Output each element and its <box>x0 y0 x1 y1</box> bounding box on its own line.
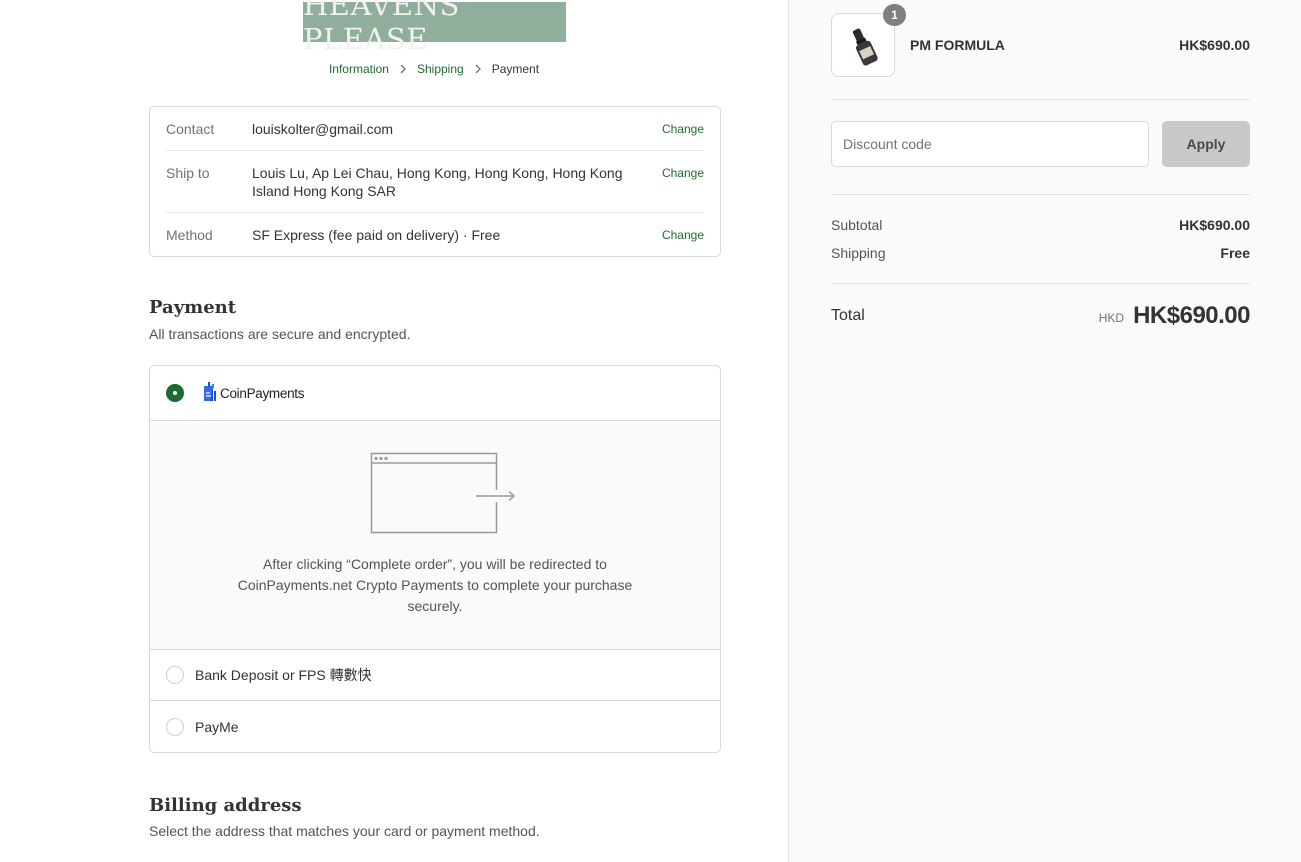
subtotal-value: HK$690.00 <box>1179 217 1250 233</box>
billing-title: Billing address <box>149 795 302 816</box>
order-summary: 1 PM FORMULA HK$690.00 Apply Subtotal HK… <box>788 0 1301 862</box>
review-label: Ship to <box>166 165 210 181</box>
store-logo-text: HEAVENS PLEASE <box>303 0 460 56</box>
radio-bank-deposit[interactable] <box>166 666 184 684</box>
review-row-contact: Contact louiskolter@gmail.com Change <box>166 107 704 151</box>
redirect-message: After clicking “Complete order”, you wil… <box>237 556 633 614</box>
payme-label: PayMe <box>195 718 239 735</box>
total-label: Total <box>831 307 865 324</box>
subtotal-label: Subtotal <box>831 217 883 233</box>
payment-option-bank-deposit[interactable]: Bank Deposit or FPS 轉數快 <box>150 650 720 701</box>
bank-deposit-label: Bank Deposit or FPS 轉數快 <box>195 667 372 683</box>
payment-methods: CoinPayments After clicking “Complete or… <box>149 365 721 753</box>
billing-subtitle: Select the address that matches your car… <box>149 823 540 839</box>
chevron-right-icon <box>474 64 482 74</box>
review-value: Louis Lu, Ap Lei Chau, Hong Kong, Hong K… <box>252 165 623 199</box>
review-block: Contact louiskolter@gmail.com Change Shi… <box>149 106 721 257</box>
product-name: PM FORMULA <box>910 37 1005 53</box>
subtotal-line: Subtotal HK$690.00 <box>831 217 1250 233</box>
breadcrumb-payment: Payment <box>491 62 540 76</box>
radio-coinpayments[interactable] <box>166 384 184 402</box>
total-line: Total HKD HK$690.00 <box>831 300 1250 332</box>
divider <box>831 99 1250 100</box>
apply-discount-button[interactable]: Apply <box>1162 121 1250 167</box>
review-label: Contact <box>166 121 215 137</box>
shipping-method-price: Free <box>471 227 501 243</box>
change-ship-to-link[interactable]: Change <box>662 164 704 182</box>
method-separator: · <box>458 227 472 243</box>
total-currency: HKD <box>1098 311 1125 325</box>
review-label: Method <box>166 227 213 243</box>
total-amount: HK$690.00 <box>1133 302 1250 329</box>
chevron-right-icon <box>399 64 407 74</box>
product-price: HK$690.00 <box>1179 37 1250 53</box>
review-value: SF Express (fee paid on delivery) · Free <box>252 226 662 244</box>
payment-option-coinpayments[interactable]: CoinPayments <box>150 366 720 421</box>
divider <box>831 194 1250 195</box>
store-logo[interactable]: HEAVENS PLEASE <box>303 0 566 56</box>
shipping-label: Shipping <box>831 245 886 261</box>
payment-option-payme[interactable]: PayMe <box>150 701 720 752</box>
change-method-link[interactable]: Change <box>662 226 704 244</box>
review-row-ship-to: Ship to Louis Lu, Ap Lei Chau, Hong Kong… <box>166 151 704 213</box>
review-value: louiskolter@gmail.com <box>252 121 394 137</box>
coinpayments-label: CoinPayments <box>220 385 305 401</box>
checkout-main: HEAVENS PLEASE Information Shipping Paym… <box>0 0 788 862</box>
breadcrumb-shipping[interactable]: Shipping <box>417 62 464 76</box>
dropper-bottle-image <box>852 28 878 66</box>
shipping-line: Shipping Free <box>831 245 1250 261</box>
payment-title: Payment <box>149 297 237 318</box>
product-thumbnail: 1 <box>831 4 906 77</box>
review-row-method: Method SF Express (fee paid on delivery)… <box>166 213 704 256</box>
shipping-method-name: SF Express (fee paid on delivery) <box>252 227 459 243</box>
shipping-value: Free <box>1220 245 1250 261</box>
coinpayments-logo: CoinPayments <box>202 381 305 405</box>
browser-redirect-icon <box>370 452 518 534</box>
payment-subtitle: All transactions are secure and encrypte… <box>149 326 411 342</box>
redirect-info-panel: After clicking “Complete order”, you wil… <box>150 421 720 650</box>
discount-code-input[interactable] <box>831 121 1149 167</box>
quantity-badge: 1 <box>883 4 906 26</box>
product-line: 1 PM FORMULA HK$690.00 <box>831 4 1250 77</box>
divider <box>831 283 1250 284</box>
breadcrumb-information[interactable]: Information <box>329 62 389 76</box>
radio-payme[interactable] <box>166 717 184 736</box>
coinpayments-icon <box>204 382 216 401</box>
change-contact-link[interactable]: Change <box>662 120 704 138</box>
breadcrumb: Information Shipping Payment <box>0 60 868 78</box>
